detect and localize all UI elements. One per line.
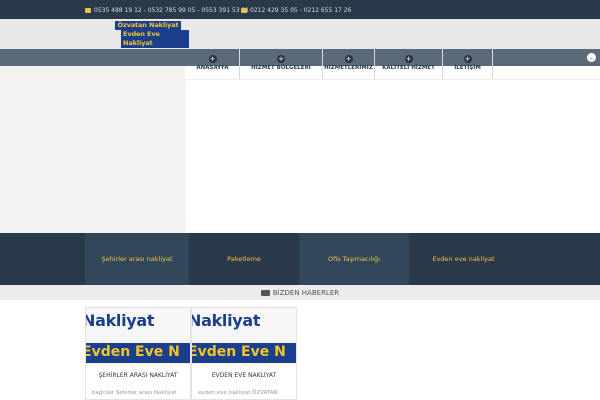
category-label: Şehirler arası nakliyat xyxy=(101,255,173,263)
nav-item-service-regions[interactable]: + HİZMET BÖLGELERİ xyxy=(240,49,323,79)
image-text-top: Nakliyat xyxy=(86,311,155,330)
main-content xyxy=(185,66,600,233)
phone-icon xyxy=(85,7,91,13)
nav-item-label: HİZMET BÖLGELERİ xyxy=(251,65,311,71)
image-text-bottom: Evden Eve N xyxy=(86,344,180,360)
landline-phones: 0212 429 35 05 - 0212 655 17 26 xyxy=(241,5,351,15)
nav-item-home[interactable]: + ANASAYFA xyxy=(186,49,240,79)
site-logo[interactable]: Özvatan Nakliyat Evden Eve Nakliyat xyxy=(107,21,189,48)
news-card[interactable]: Nakliyat Evden Eve N EVDEN EVE NAKLİYAT … xyxy=(191,307,297,400)
category-band: Şehirler arası nakliyat Paketleme Ofis T… xyxy=(0,233,600,285)
plus-icon: + xyxy=(208,55,217,63)
nav-item-services[interactable]: + HİZMETLERİMİZ xyxy=(323,49,375,79)
nav-item-label: KALİTELİ HİZMET xyxy=(382,65,435,71)
news-card-title[interactable]: EVDEN EVE NAKLİYAT xyxy=(192,372,296,379)
plus-icon: + xyxy=(404,55,413,63)
logo-line-1: Özvatan Nakliyat xyxy=(115,21,181,30)
plus-icon: + xyxy=(344,55,353,63)
category-home-moving[interactable]: Evden eve nakliyat xyxy=(411,233,516,285)
plus-icon: + xyxy=(463,55,472,63)
news-card-excerpt: evden eve nakliyat ÖZVATAN xyxy=(198,390,278,396)
category-packaging[interactable]: Paketleme xyxy=(191,233,297,285)
nav-item-label: HİZMETLERİMİZ xyxy=(324,65,373,71)
top-contact-bar: 0535 488 19 12 - 0532 785 99 05 - 0553 3… xyxy=(0,0,600,19)
category-office-moving[interactable]: Ofis Taşımacılığı xyxy=(299,233,409,285)
fax-icon xyxy=(241,7,247,13)
nav-item-contact[interactable]: + İLETİŞİM xyxy=(443,49,493,79)
main-nav: + ANASAYFA + HİZMET BÖLGELERİ + HİZMETLE… xyxy=(186,49,493,79)
image-text-top: Nakliyat xyxy=(192,311,261,330)
logo-line-2: Evden Eve Nakliyat xyxy=(121,30,189,48)
header xyxy=(0,19,600,49)
category-label: Ofis Taşımacılığı xyxy=(328,255,380,263)
landline-phones-text: 0212 429 35 05 - 0212 655 17 26 xyxy=(250,6,352,14)
image-band: Evden Eve N xyxy=(192,343,296,363)
nav-item-label: İLETİŞİM xyxy=(454,65,481,71)
news-section-title: BİZDEN HABERLER xyxy=(0,285,600,300)
mobile-phones: 0535 488 19 12 - 0532 785 99 05 - 0553 3… xyxy=(85,5,249,15)
nav-item-label: ANASAYFA xyxy=(196,65,229,71)
news-card-excerpt: bağcılar Şehirler arası Nakliyat xyxy=(92,390,177,396)
nav-item-quality[interactable]: + KALİTELİ HİZMET xyxy=(375,49,443,79)
news-card-image[interactable]: Nakliyat Evden Eve N xyxy=(86,308,190,364)
category-label: Paketleme xyxy=(227,255,261,263)
image-band: Evden Eve N xyxy=(86,343,190,363)
category-intercity[interactable]: Şehirler arası nakliyat xyxy=(85,233,189,285)
category-label: Evden eve nakliyat xyxy=(432,255,495,263)
image-text-bottom: Evden Eve N xyxy=(192,344,286,360)
plus-icon: + xyxy=(277,55,285,63)
chevron-down-icon[interactable]: ⌄ xyxy=(587,53,596,62)
news-card-image[interactable]: Nakliyat Evden Eve N xyxy=(192,308,296,364)
newspaper-icon xyxy=(260,289,270,296)
news-card[interactable]: Nakliyat Evden Eve N ŞEHİRLER ARASI NAKL… xyxy=(85,307,191,400)
mobile-phones-text: 0535 488 19 12 - 0532 785 99 05 - 0553 3… xyxy=(94,6,250,14)
news-title: BİZDEN HABERLER xyxy=(272,288,340,297)
news-card-title[interactable]: ŞEHİRLER ARASI NAKLİYAT xyxy=(86,372,190,379)
